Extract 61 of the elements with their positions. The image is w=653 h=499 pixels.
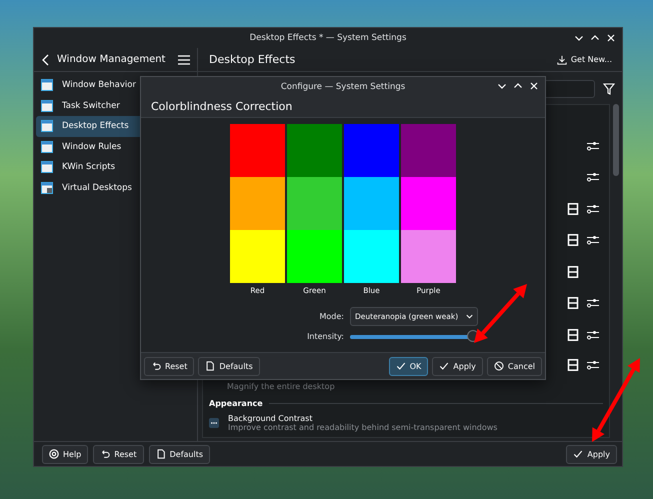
window-icon	[41, 140, 53, 153]
close-icon[interactable]	[606, 33, 616, 43]
effect-description: Magnify the entire desktop	[226, 382, 336, 390]
dialog-title: Configure — System Settings	[280, 82, 406, 92]
configure-icon[interactable]	[587, 202, 599, 215]
mode-label: Mode:	[318, 312, 344, 321]
window-icon	[41, 120, 53, 132]
window-title: Desktop Effects * — System Settings	[250, 33, 406, 43]
window-icon	[41, 79, 53, 92]
ok-button[interactable]: OK	[388, 356, 428, 376]
configure-icon[interactable]	[587, 234, 599, 246]
intensity-label: Intensity:	[306, 332, 344, 341]
dialog-heading: Colorblindness Correction	[151, 100, 292, 113]
menu-icon[interactable]	[178, 54, 190, 64]
page-title: Desktop Effects	[209, 53, 296, 66]
double-arrow-annotation	[474, 284, 527, 343]
document-icon	[156, 449, 166, 459]
film-icon[interactable]	[567, 202, 579, 215]
back-icon[interactable]	[41, 54, 51, 66]
defaults-button[interactable]: Defaults	[148, 444, 210, 464]
chevron-down-icon	[465, 312, 474, 321]
scrollbar-thumb[interactable]	[613, 104, 619, 176]
configure-icon[interactable]	[587, 140, 599, 152]
reset-button[interactable]: Reset	[93, 444, 144, 464]
checkmark-icon	[439, 361, 450, 371]
sidebar-title: Window Management	[57, 54, 166, 65]
cancel-icon	[494, 361, 504, 371]
configure-icon[interactable]	[587, 328, 599, 341]
configure-icon[interactable]	[587, 171, 599, 184]
document-icon	[205, 361, 216, 371]
help-button[interactable]: Help	[42, 444, 88, 464]
apply-button[interactable]: Apply	[566, 444, 617, 464]
window-icon	[41, 100, 53, 112]
window-icon	[41, 161, 53, 174]
film-icon[interactable]	[567, 297, 579, 310]
lifebuoy-icon	[49, 449, 59, 459]
checkmark-icon	[573, 449, 584, 459]
undo-icon	[100, 449, 110, 459]
reset-button[interactable]: Reset	[144, 356, 194, 376]
undo-icon	[151, 361, 161, 371]
close-icon[interactable]	[529, 81, 539, 91]
film-icon[interactable]	[567, 358, 579, 370]
apply-button[interactable]: Apply	[432, 356, 483, 376]
checkmark-icon	[396, 361, 406, 371]
get-new-button[interactable]: Get New...	[554, 52, 614, 66]
section-heading: Appearance	[209, 398, 263, 408]
minimize-icon[interactable]	[497, 81, 507, 91]
configure-icon[interactable]	[587, 297, 599, 310]
cancel-button[interactable]: Cancel	[486, 356, 542, 376]
configure-icon[interactable]	[587, 358, 599, 370]
effect-icon	[209, 418, 219, 428]
window-icon	[41, 182, 53, 194]
effect-title: Background Contrast	[228, 414, 314, 422]
download-icon	[556, 54, 567, 64]
defaults-button[interactable]: Defaults	[198, 356, 260, 376]
film-icon[interactable]	[567, 328, 579, 341]
film-icon[interactable]	[567, 234, 579, 246]
effect-description: Improve contrast and readability behind semi-transparent windows	[228, 422, 498, 432]
minimize-icon[interactable]	[574, 33, 584, 43]
filter-icon[interactable]	[603, 83, 615, 95]
film-icon[interactable]	[567, 266, 579, 278]
